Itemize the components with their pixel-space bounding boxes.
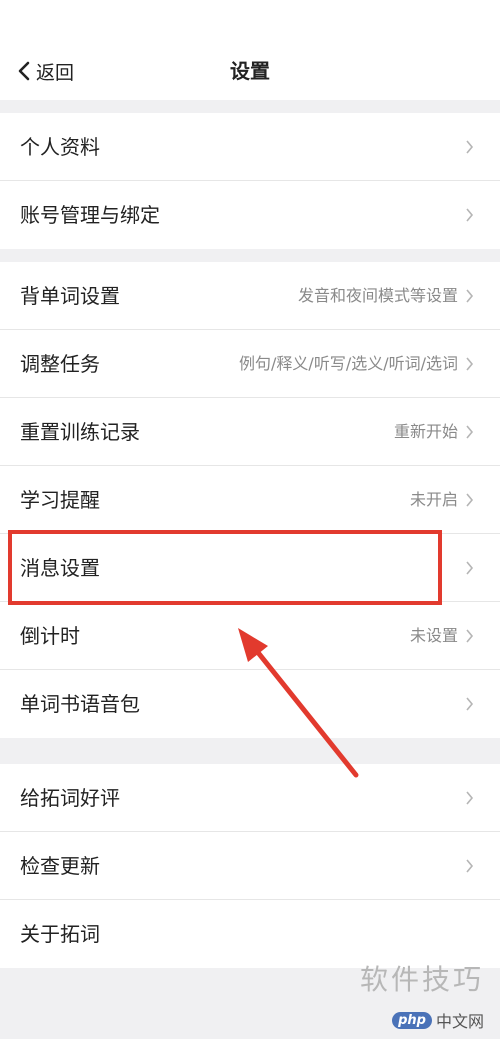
watermark-logo-badge: php bbox=[392, 1011, 432, 1029]
row-adjust-tasks[interactable]: 调整任务 例句/释义/听写/选义/听词/选词 bbox=[0, 330, 500, 398]
row-profile[interactable]: 个人资料 bbox=[0, 113, 500, 181]
row-label: 账号管理与绑定 bbox=[20, 203, 160, 227]
row-value: 发音和夜间模式等设置 bbox=[297, 286, 458, 305]
page-title: 设置 bbox=[230, 59, 270, 83]
row-value: 未开启 bbox=[409, 490, 458, 509]
row-label: 个人资料 bbox=[20, 135, 100, 159]
chevron-right-icon bbox=[466, 357, 474, 371]
row-label: 给拓词好评 bbox=[20, 786, 120, 810]
row-label: 检查更新 bbox=[20, 854, 100, 878]
row-countdown[interactable]: 倒计时 未设置 bbox=[0, 602, 500, 670]
row-value: 未设置 bbox=[409, 626, 458, 645]
settings-group-study: 背单词设置 发音和夜间模式等设置 调整任务 例句/释义/听写/选义/听词/选词 … bbox=[0, 262, 500, 738]
chevron-right-icon bbox=[466, 140, 474, 154]
watermark-logo-text: 中文网 bbox=[435, 1012, 484, 1031]
chevron-right-icon bbox=[466, 493, 474, 507]
row-value: 重新开始 bbox=[393, 422, 458, 441]
watermark-logo: php 中文网 bbox=[392, 1008, 484, 1032]
row-label: 重置训练记录 bbox=[20, 420, 140, 444]
row-label: 背单词设置 bbox=[20, 284, 120, 308]
chevron-right-icon bbox=[466, 791, 474, 805]
row-label: 消息设置 bbox=[20, 556, 100, 580]
settings-group-about: 给拓词好评 检查更新 关于拓词 bbox=[0, 764, 500, 968]
row-check-update[interactable]: 检查更新 bbox=[0, 832, 500, 900]
chevron-right-icon bbox=[466, 859, 474, 873]
row-rate-app[interactable]: 给拓词好评 bbox=[0, 764, 500, 832]
watermark-text: 软件技巧 bbox=[359, 963, 484, 996]
row-label: 学习提醒 bbox=[20, 488, 100, 512]
chevron-right-icon bbox=[466, 697, 474, 711]
settings-group-account: 个人资料 账号管理与绑定 bbox=[0, 113, 500, 249]
chevron-right-icon bbox=[466, 629, 474, 643]
chevron-right-icon bbox=[466, 561, 474, 575]
row-study-reminder[interactable]: 学习提醒 未开启 bbox=[0, 466, 500, 534]
row-value: 例句/释义/听写/选义/听词/选词 bbox=[239, 354, 458, 373]
row-reset-training[interactable]: 重置训练记录 重新开始 bbox=[0, 398, 500, 466]
row-voice-pack[interactable]: 单词书语音包 bbox=[0, 670, 500, 738]
chevron-right-icon bbox=[466, 425, 474, 439]
row-label: 关于拓词 bbox=[20, 922, 100, 946]
row-label: 调整任务 bbox=[20, 352, 100, 376]
row-message-settings[interactable]: 消息设置 bbox=[0, 534, 500, 602]
row-label: 单词书语音包 bbox=[20, 692, 140, 716]
row-account-binding[interactable]: 账号管理与绑定 bbox=[0, 181, 500, 249]
nav-bar: 返回 设置 bbox=[0, 0, 500, 100]
row-word-settings[interactable]: 背单词设置 发音和夜间模式等设置 bbox=[0, 262, 500, 330]
chevron-right-icon bbox=[466, 289, 474, 303]
row-label: 倒计时 bbox=[20, 624, 80, 648]
chevron-right-icon bbox=[466, 208, 474, 222]
